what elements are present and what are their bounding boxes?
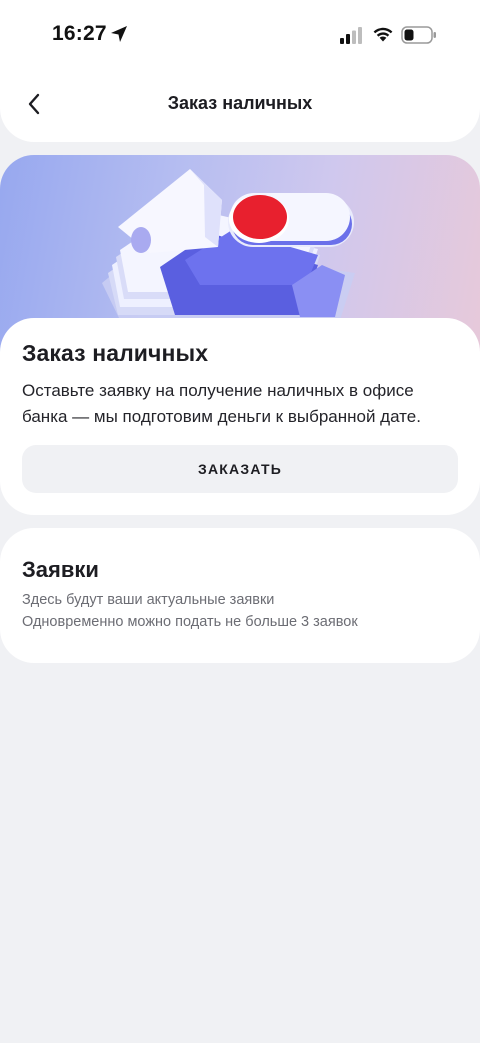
order-button[interactable]: ЗАКАЗАТЬ <box>22 445 458 493</box>
status-time: 16:27 <box>52 22 107 45</box>
location-arrow-icon <box>111 26 127 42</box>
screen: 16:27 Заказ наличных Заказ наличных Оста… <box>0 0 480 1043</box>
requests-info-line: Здесь будут ваши актуальные заявки <box>22 592 275 608</box>
requests-limit-line: Одновременно можно подать не больше 3 за… <box>22 614 358 630</box>
page-title: Заказ наличных <box>167 93 313 113</box>
status-bar: 16:27 <box>0 0 480 70</box>
battery-icon <box>401 26 436 44</box>
header-card: 16:27 Заказ наличных <box>0 0 480 142</box>
order-card-description: Оставьте заявку на получение наличных в … <box>22 381 421 426</box>
order-cash-card: Заказ наличных Оставьте заявку на получе… <box>0 318 480 515</box>
wifi-icon <box>373 27 393 42</box>
requests-title: Заявки <box>22 557 99 582</box>
order-card-title: Заказ наличных <box>22 340 209 366</box>
requests-card: Заявки Здесь будут ваши актуальные заявк… <box>0 528 480 663</box>
cellular-signal-icon <box>340 27 362 44</box>
